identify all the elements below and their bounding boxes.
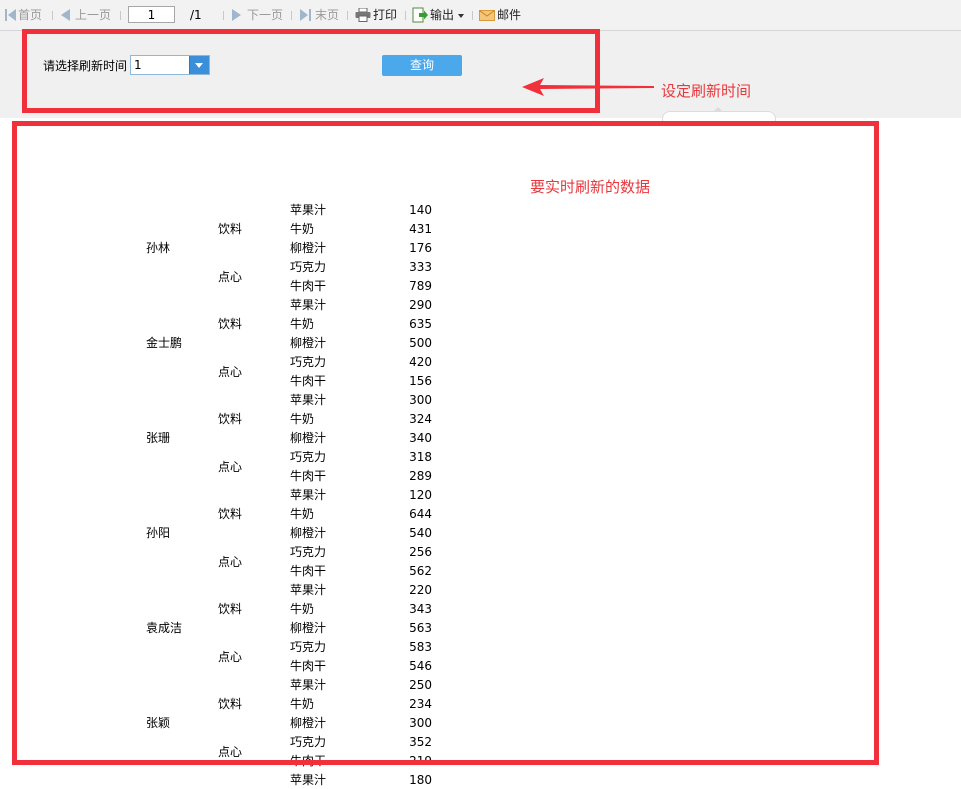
first-page-icon [5, 9, 16, 21]
last-page-button[interactable]: 末页 [315, 8, 339, 22]
export-button[interactable]: 输出 [430, 8, 454, 22]
annotation-arrow-icon [522, 78, 654, 96]
page-total-label: /1 [190, 8, 202, 22]
mail-icon [479, 10, 495, 21]
chevron-down-icon[interactable] [458, 14, 464, 18]
email-button[interactable]: 邮件 [497, 8, 521, 22]
page-number-input[interactable] [128, 6, 175, 23]
prev-page-icon [61, 9, 70, 21]
toolbar-divider [52, 11, 53, 20]
prev-page-button[interactable]: 上一页 [75, 8, 111, 22]
last-page-icon [300, 9, 311, 21]
next-page-button[interactable]: 下一页 [247, 8, 283, 22]
next-page-icon [232, 9, 241, 21]
annotation-realtime-data: 要实时刷新的数据 [530, 178, 651, 196]
toolbar-divider [120, 11, 121, 20]
export-icon [412, 7, 428, 23]
print-button[interactable]: 打印 [373, 8, 397, 22]
toolbar-divider [405, 11, 406, 20]
report-toolbar: 首页 上一页 /1 下一页 末页 打印 输出 邮件 [0, 0, 961, 31]
toolbar-divider [472, 11, 473, 20]
printer-icon [355, 8, 371, 22]
first-page-button[interactable]: 首页 [18, 8, 42, 22]
toolbar-divider [291, 11, 292, 20]
toolbar-divider [347, 11, 348, 20]
toolbar-divider [223, 11, 224, 20]
product-cell: 苹果汁 [290, 773, 327, 787]
annotation-set-refresh-time: 设定刷新时间 [661, 82, 752, 100]
annotation-frame-report [12, 121, 879, 765]
value-cell: 180 [409, 773, 432, 787]
annotation-frame-parameters [22, 29, 600, 113]
